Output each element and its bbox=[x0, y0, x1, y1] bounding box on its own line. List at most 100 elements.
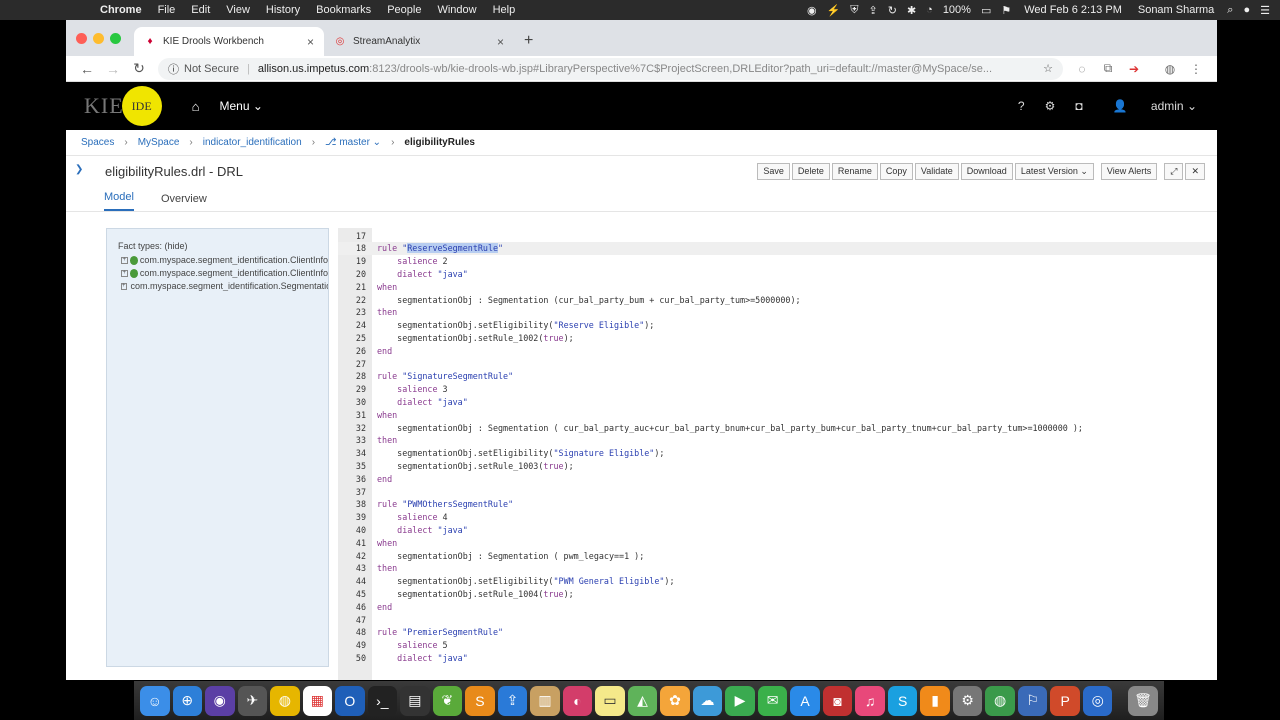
itunes-icon[interactable]: ♫ bbox=[855, 685, 885, 716]
code-line[interactable]: 37 bbox=[338, 485, 1217, 498]
code-line[interactable]: 23 then bbox=[338, 306, 1217, 319]
time-machine-icon[interactable]: ↻ bbox=[883, 4, 902, 17]
battery-icon[interactable]: ▭ bbox=[976, 4, 996, 17]
close-window-button[interactable] bbox=[76, 33, 87, 44]
expand-panel-icon[interactable]: ❯ bbox=[75, 164, 83, 175]
code-line[interactable]: 26 end bbox=[338, 344, 1217, 357]
battery-level[interactable]: 100% bbox=[938, 4, 976, 16]
terminal-icon[interactable]: ›_ bbox=[367, 685, 398, 716]
upload-icon[interactable]: ⇪ bbox=[497, 685, 528, 716]
tab-overview[interactable]: Overview bbox=[161, 193, 207, 211]
code-line[interactable]: 43 then bbox=[338, 562, 1217, 575]
code-line[interactable]: 45 segmentationObj.setRule_1004(true); bbox=[338, 587, 1217, 600]
system-preferences-icon[interactable]: ⚙ bbox=[952, 685, 983, 716]
code-line[interactable]: 30 dialect "java" bbox=[338, 395, 1217, 408]
close-icon[interactable]: ✕ bbox=[1185, 162, 1205, 180]
close-tab-icon[interactable]: × bbox=[307, 35, 314, 49]
extension-icon[interactable]: ➔ bbox=[1121, 62, 1147, 76]
menubar-file[interactable]: File bbox=[150, 4, 184, 16]
code-line[interactable]: 38 rule "PWMOthersSegmentRule" bbox=[338, 498, 1217, 511]
fact-type-item[interactable]: + com.myspace.segment_identification.Seg… bbox=[121, 281, 328, 291]
menu-dropdown[interactable]: Menu ⌄ bbox=[220, 99, 263, 113]
calendar-icon[interactable]: ▦ bbox=[302, 685, 333, 716]
code-line[interactable]: 32 segmentationObj : Segmentation ( cur_… bbox=[338, 421, 1217, 434]
user-menu[interactable]: 👤 admin ⌄ bbox=[1093, 99, 1217, 113]
network-icon[interactable]: ⚐ bbox=[1017, 685, 1048, 716]
photos-icon[interactable]: ✿ bbox=[660, 685, 690, 716]
flag-icon[interactable]: ⚑ bbox=[996, 4, 1016, 17]
breadcrumb-spaces[interactable]: Spaces bbox=[81, 137, 114, 148]
code-line[interactable]: 18 rule "ReserveSegmentRule" bbox=[338, 241, 1217, 255]
code-line[interactable]: 27 bbox=[338, 357, 1217, 370]
kie-logo[interactable]: KIE bbox=[84, 93, 124, 119]
globe-icon[interactable]: ◎ bbox=[1082, 685, 1113, 716]
wifi-icon[interactable]: ◔ bbox=[921, 4, 938, 16]
gear-icon[interactable]: ⚙ bbox=[1035, 99, 1066, 113]
expand-icon[interactable]: + bbox=[121, 269, 128, 277]
spotlight-icon[interactable]: ⌕ bbox=[1222, 4, 1238, 17]
skype-icon[interactable]: S bbox=[887, 685, 918, 716]
maps-icon[interactable]: ◭ bbox=[627, 685, 658, 716]
powerpoint-icon[interactable]: P bbox=[1050, 685, 1080, 716]
expand-icon[interactable]: + bbox=[121, 282, 127, 290]
code-line[interactable]: 20 dialect "java" bbox=[338, 267, 1217, 280]
menubar-window[interactable]: Window bbox=[429, 4, 484, 16]
messages-icon[interactable]: ✉ bbox=[757, 685, 788, 716]
notification-center-icon[interactable]: ☰ bbox=[1255, 4, 1280, 17]
code-line[interactable]: 22 segmentationObj : Segmentation (cur_b… bbox=[338, 293, 1217, 306]
save-button[interactable]: Save bbox=[757, 162, 790, 180]
latest-version-dropdown[interactable]: Latest Version ⌄ bbox=[1014, 162, 1094, 180]
siri-icon[interactable]: ◉ bbox=[205, 685, 235, 716]
minimize-window-button[interactable] bbox=[93, 33, 104, 44]
download-button[interactable]: Download bbox=[960, 162, 1013, 180]
code-line[interactable]: 42 segmentationObj : Segmentation ( pwm_… bbox=[338, 549, 1217, 562]
menubar-edit[interactable]: Edit bbox=[183, 4, 218, 16]
code-line[interactable]: 35 segmentationObj.setRule_1003(true); bbox=[338, 459, 1217, 472]
drl-code-editor[interactable]: 17 18 rule "ReserveSegmentRule" 19 salience… bbox=[338, 228, 1217, 680]
extension-icon[interactable]: ◌ bbox=[1069, 62, 1095, 76]
menubar-app-name[interactable]: Chrome bbox=[92, 4, 150, 16]
outlook-icon[interactable]: O bbox=[335, 685, 365, 716]
menubar-user[interactable]: Sonam Sharma bbox=[1130, 4, 1222, 16]
code-line[interactable]: 34 segmentationObj.setEligibility("Signa… bbox=[338, 447, 1217, 460]
safari-icon[interactable]: ⊕ bbox=[172, 685, 203, 716]
info-icon[interactable]: ⓘ bbox=[168, 61, 179, 77]
reload-icon[interactable]: ↻ bbox=[126, 60, 152, 77]
sourcetree-icon[interactable]: ❦ bbox=[432, 685, 463, 716]
code-line[interactable]: 25 segmentationObj.setRule_1002(true); bbox=[338, 331, 1217, 344]
menubar-people[interactable]: People bbox=[379, 4, 429, 16]
code-line[interactable]: 41 when bbox=[338, 536, 1217, 549]
back-icon[interactable]: ← bbox=[74, 61, 100, 77]
code-line[interactable]: 31 when bbox=[338, 408, 1217, 421]
home-icon[interactable]: ⌂ bbox=[192, 99, 200, 114]
profile-icon[interactable]: ◍ bbox=[1157, 62, 1183, 76]
app-icon[interactable]: ◐ bbox=[562, 685, 593, 716]
siri-icon[interactable]: ● bbox=[1238, 4, 1255, 16]
breadcrumb-myspace[interactable]: MySpace bbox=[138, 137, 180, 148]
maximize-window-button[interactable] bbox=[110, 33, 121, 44]
menubar-help[interactable]: Help bbox=[485, 4, 524, 16]
help-icon[interactable]: ? bbox=[1008, 99, 1035, 113]
upload-icon[interactable]: ⇪ bbox=[864, 4, 883, 17]
validate-button[interactable]: Validate bbox=[914, 162, 959, 180]
chrome-menu-icon[interactable]: ⋮ bbox=[1183, 62, 1209, 76]
finder-icon[interactable]: ☺ bbox=[140, 685, 170, 716]
rename-button[interactable]: Rename bbox=[831, 162, 878, 180]
code-line[interactable]: 24 segmentationObj.setEligibility("Reser… bbox=[338, 319, 1217, 332]
breadcrumb-branch[interactable]: ⎇ master ⌄ bbox=[325, 137, 381, 148]
delete-button[interactable]: Delete bbox=[791, 162, 830, 180]
code-line[interactable]: 17 bbox=[338, 229, 1217, 242]
url-bar[interactable]: ⓘ Not Secure | allison.us.impetus.com:81… bbox=[158, 57, 1063, 80]
expand-icon[interactable]: + bbox=[121, 256, 128, 264]
fact-types-header[interactable]: Fact types: (hide) bbox=[118, 241, 328, 251]
bookmark-star-icon[interactable]: ☆ bbox=[1035, 62, 1053, 75]
code-line[interactable]: 39 salience 4 bbox=[338, 511, 1217, 524]
forward-icon[interactable]: → bbox=[100, 61, 126, 77]
code-line[interactable]: 44 segmentationObj.setEligibility("PWM G… bbox=[338, 575, 1217, 588]
ide-logo[interactable]: IDE bbox=[121, 86, 162, 126]
fact-type-item[interactable]: + com.myspace.segment_identification.Cli… bbox=[121, 268, 328, 278]
maximize-icon[interactable]: ⤢ bbox=[1164, 162, 1184, 180]
chrome-icon[interactable]: ◍ bbox=[985, 685, 1015, 716]
breadcrumb-project[interactable]: indicator_identification bbox=[203, 137, 302, 148]
books-icon[interactable]: ▮ bbox=[920, 685, 950, 716]
